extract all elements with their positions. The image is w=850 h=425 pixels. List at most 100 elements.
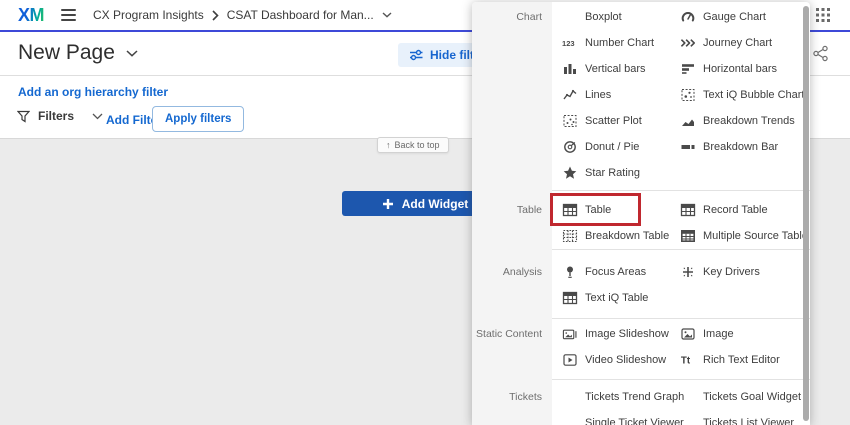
donut-pie-icon: [562, 139, 578, 155]
widget-items-grid: Focus Areas Key Drivers Text iQ Table: [552, 259, 810, 311]
back-to-top-button[interactable]: ↑ Back to top: [377, 137, 449, 153]
breakdown-bar-icon: [680, 139, 696, 155]
filters-dropdown[interactable]: Filters: [17, 109, 103, 123]
widget-menu-item[interactable]: Tickets Goal Widget: [670, 384, 810, 410]
bubble-chart-icon: [680, 87, 696, 103]
rich-text-icon: Tt: [680, 352, 696, 368]
widget-menu-item[interactable]: Breakdown Bar: [670, 134, 810, 160]
widget-menu-item[interactable]: Scatter Plot: [552, 108, 670, 134]
widget-menu-item[interactable]: Star Rating: [552, 160, 670, 186]
widget-menu-item[interactable]: Table: [550, 193, 670, 226]
number-123-icon: 123: [562, 35, 578, 51]
no-icon: [562, 415, 578, 425]
widget-menu-item-label: Image Slideshow: [585, 328, 669, 340]
widget-menu-item[interactable]: Tickets Trend Graph: [552, 384, 684, 410]
widget-items-grid: Table Record Table Breakdown Table Multiple…: [550, 193, 810, 249]
app-switcher-icon[interactable]: [815, 7, 831, 28]
widget-menu-item[interactable]: Vertical bars: [552, 56, 670, 82]
vertical-bars-icon: [562, 61, 578, 77]
svg-text:123: 123: [562, 39, 575, 48]
arrow-up-icon: ↑: [386, 140, 391, 150]
chevron-down-icon: [92, 113, 103, 119]
hamburger-menu-icon[interactable]: [61, 9, 76, 21]
widget-menu-item[interactable]: Record Table: [670, 197, 810, 223]
widget-menu-item[interactable]: Tickets List Viewer: [670, 410, 810, 425]
widget-menu-item-label: Vertical bars: [585, 63, 646, 75]
widget-category-label: Static Content: [476, 328, 542, 340]
widget-menu-item[interactable]: Journey Chart: [670, 30, 810, 56]
widget-menu-item[interactable]: Donut / Pie: [552, 134, 670, 160]
horizontal-bars-icon: [680, 61, 696, 77]
widget-menu-item-label: Breakdown Bar: [703, 141, 779, 153]
filters-label: Filters: [38, 109, 75, 123]
widget-category-label: Tickets: [509, 391, 542, 403]
widget-menu-item[interactable]: Text iQ Bubble Chart: [670, 82, 810, 108]
widget-menu-item[interactable]: Multiple Source Table: [670, 223, 810, 249]
chevron-down-icon: [126, 49, 138, 57]
add-org-hierarchy-filter-link[interactable]: Add an org hierarchy filter: [18, 85, 168, 99]
table-icon: [562, 290, 578, 306]
table-icon: [562, 202, 578, 218]
widget-menu-item[interactable]: Image Slideshow: [552, 321, 670, 347]
widget-menu-section: Chart Boxplot Gauge Chart 123 Number Chart Jo…: [472, 2, 810, 190]
back-to-top-label: Back to top: [394, 140, 440, 150]
widget-menu-item-label: Tickets Goal Widget: [703, 391, 802, 403]
widget-menu-item-label: Table: [585, 204, 612, 216]
share-icon[interactable]: [812, 45, 829, 67]
plus-icon: [382, 198, 393, 209]
no-icon: [562, 9, 578, 25]
widget-items-grid: Image Slideshow Image Video Slideshow Tt Ric…: [552, 321, 810, 373]
widget-menu-item-label: Journey Chart: [703, 37, 773, 49]
widget-menu-item-label: Focus Areas: [585, 266, 647, 278]
image-slideshow-icon: [562, 326, 578, 342]
widget-menu-item-label: Gauge Chart: [703, 11, 766, 23]
widget-menu-item[interactable]: Breakdown Trends: [670, 108, 810, 134]
table-icon: [680, 202, 696, 218]
chevron-down-icon: [382, 12, 392, 18]
widget-menu-item-label: Donut / Pie: [585, 141, 640, 153]
widget-menu-item[interactable]: Video Slideshow: [552, 347, 670, 373]
breadcrumb-dashboard[interactable]: CSAT Dashboard for Man...: [227, 8, 374, 22]
menu-scrollbar[interactable]: [803, 5, 809, 422]
widget-menu-section: Static Content Image Slideshow Image Video …: [472, 318, 810, 379]
page-title-dropdown[interactable]: New Page: [18, 41, 138, 65]
breakdown-table-icon: [562, 228, 578, 244]
funnel-icon: [17, 110, 30, 123]
widget-menu-item-label: Tickets List Viewer: [703, 417, 795, 425]
widget-menu-item[interactable]: Focus Areas: [552, 259, 670, 285]
widget-menu-item-label: Image: [703, 328, 734, 340]
widget-menu-item[interactable]: Text iQ Table: [552, 285, 670, 311]
xm-logo[interactable]: XM: [18, 5, 45, 26]
widget-menu-item[interactable]: Key Drivers: [670, 259, 810, 285]
widget-menu-item-label: Horizontal bars: [703, 63, 777, 75]
widget-menu-item[interactable]: Single Ticket Viewer: [552, 410, 684, 425]
widget-menu-item-label: Boxplot: [585, 11, 622, 23]
widget-menu-item[interactable]: Tt Rich Text Editor: [670, 347, 810, 373]
widget-menu-item[interactable]: Boxplot: [552, 4, 670, 30]
apply-filters-button[interactable]: Apply filters: [152, 106, 245, 132]
menu-scrollbar-thumb[interactable]: [803, 6, 809, 421]
svg-text:Tt: Tt: [681, 356, 691, 367]
widget-menu-item[interactable]: Gauge Chart: [670, 4, 810, 30]
widget-category-label: Chart: [516, 11, 542, 23]
widget-menu-item-label: Number Chart: [585, 37, 655, 49]
widget-menu-item-label: Text iQ Bubble Chart: [703, 89, 805, 101]
scatter-plot-icon: [562, 113, 578, 129]
dashboard-page: XM CX Program Insights CSAT Dashboard fo…: [0, 0, 850, 425]
widget-menu-item[interactable]: Breakdown Table: [552, 223, 670, 249]
widget-menu-item-label: Text iQ Table: [585, 292, 649, 304]
widget-menu-item-label: Lines: [585, 89, 612, 101]
widget-menu-item-label: Rich Text Editor: [703, 354, 780, 366]
journey-icon: [680, 35, 696, 51]
focus-areas-icon: [562, 264, 578, 280]
widget-menu-item[interactable]: Horizontal bars: [670, 56, 810, 82]
breadcrumb-program[interactable]: CX Program Insights: [93, 8, 204, 22]
gauge-icon: [680, 9, 696, 25]
widget-menu-item[interactable]: 123 Number Chart: [552, 30, 670, 56]
key-drivers-icon: [680, 264, 696, 280]
widget-menu-item-label: Breakdown Trends: [703, 115, 795, 127]
image-icon: [680, 326, 696, 342]
widget-menu-section: Analysis Focus Areas Key Drivers Text iQ Ta…: [472, 249, 810, 318]
widget-menu-item[interactable]: Lines: [552, 82, 670, 108]
widget-menu-item[interactable]: Image: [670, 321, 810, 347]
